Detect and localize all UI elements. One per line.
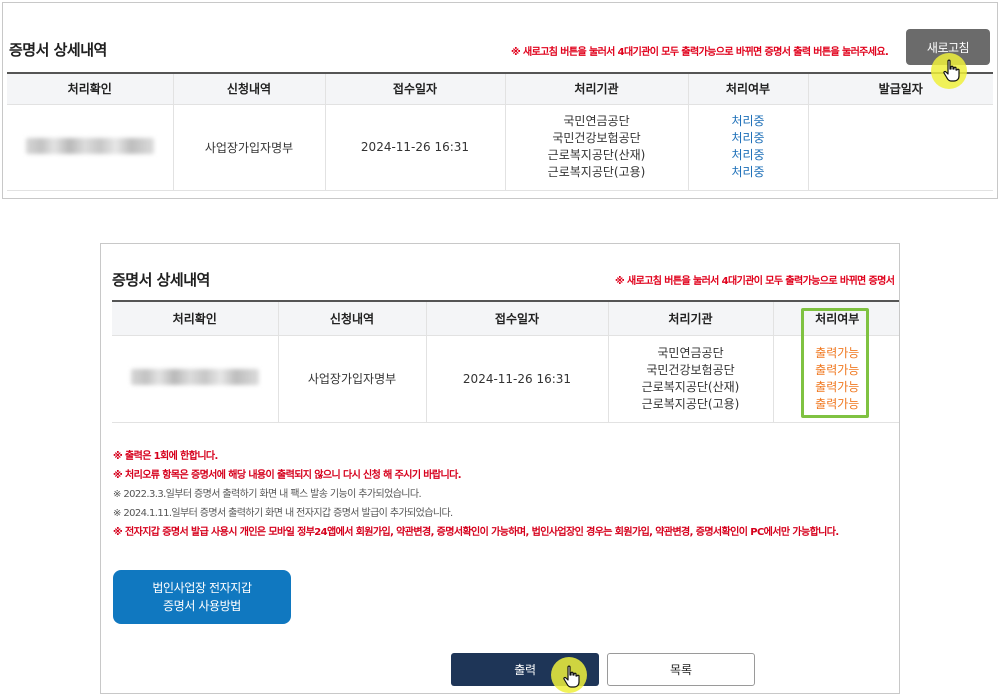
note-fax: ※ 2022.3.3.일부터 증명서 출력하기 화면 내 팩스 발송 기능이 추… <box>113 489 422 500</box>
agency-cell: 국민연금공단 국민건강보험공단 근로복지공단(산재) 근로복지공단(고용) <box>505 104 689 191</box>
col-header-status: 처리여부 <box>688 74 809 105</box>
agency-nps: 국민연금공단 <box>657 345 724 360</box>
received-date-cell: 2024-11-26 16:31 <box>426 335 609 423</box>
col-header-agency: 처리기관 <box>505 74 689 105</box>
note-print-once: ※ 출력은 1회에 한합니다. <box>113 451 218 462</box>
agency-comwel-industrial: 근로복지공단(산재) <box>641 379 740 394</box>
application-cell: 사업장가입자명부 <box>278 335 427 423</box>
blurred-id <box>130 369 259 385</box>
certificate-detail-panel-before: 증명서 상세내역 ※ 새로고침 버튼을 눌러서 4대기관이 모두 출력가능으로 … <box>2 2 998 199</box>
wallet-guide-button[interactable]: 법인사업장 전자지갑 증명서 사용방법 <box>113 570 291 624</box>
page-title: 증명서 상세내역 <box>112 271 210 289</box>
page-title: 증명서 상세내역 <box>9 41 107 59</box>
refresh-notice: ※ 새로고침 버튼을 눌러서 4대기관이 모두 출력가능으로 바뀌면 증명서 출… <box>511 47 889 58</box>
blurred-id <box>25 137 154 154</box>
col-header-check: 처리확인 <box>112 302 279 336</box>
certificate-table: 처리확인 신청내역 접수일자 처리기관 처리여부 발급일자 사업장가입자명부 2… <box>7 74 993 191</box>
agency-nps: 국민연금공단 <box>563 114 630 128</box>
application-cell: 사업장가입자명부 <box>173 104 326 191</box>
blurred-id-cell <box>7 104 174 191</box>
hand-cursor-icon <box>943 59 960 82</box>
refresh-notice: ※ 새로고침 버튼을 눌러서 4대기관이 모두 출력가능으로 바뀌면 증명서 <box>615 276 895 287</box>
status-nhis: 처리중 <box>731 131 765 145</box>
agency-nhis: 국민건강보험공단 <box>646 362 735 377</box>
table-row: 사업장가입자명부 2024-11-26 16:31 국민연금공단 국민건강보험공… <box>7 104 993 191</box>
col-header-received-date: 접수일자 <box>325 74 506 105</box>
note-wallet: ※ 2024.1.11.일부터 증명서 출력하기 화면 내 전자지갑 증명서 발… <box>113 508 453 519</box>
agency-comwel-employment: 근로복지공단(고용) <box>641 396 740 411</box>
status-cell: 처리중 처리중 처리중 처리중 <box>688 104 809 191</box>
agency-nhis: 국민건강보험공단 <box>552 131 641 145</box>
col-header-agency: 처리기관 <box>608 302 774 336</box>
agency-comwel-employment: 근로복지공단(고용) <box>547 165 646 179</box>
agency-cell: 국민연금공단 국민건강보험공단 근로복지공단(산재) 근로복지공단(고용) <box>608 335 774 423</box>
agency-comwel-industrial: 근로복지공단(산재) <box>547 148 646 162</box>
status-highlight-box <box>801 308 869 418</box>
note-wallet-usage: ※ 전자지갑 증명서 발급 사용시 개인은 모바일 정부24앱에서 회원가입, … <box>113 527 839 538</box>
certificate-table: 처리확인 신청내역 접수일자 처리기관 처리여부 사업장가입자명부 2024-1… <box>112 302 899 423</box>
wallet-guide-label-1: 법인사업장 전자지갑 <box>152 581 252 595</box>
received-date-cell: 2024-11-26 16:31 <box>325 104 506 191</box>
status-comwel-industrial: 처리중 <box>731 148 765 162</box>
table-row: 사업장가입자명부 2024-11-26 16:31 국민연금공단 국민건강보험공… <box>112 335 899 423</box>
wallet-guide-label-2: 증명서 사용방법 <box>163 599 241 613</box>
status-comwel-employment: 처리중 <box>731 165 765 179</box>
certificate-detail-panel-after: 증명서 상세내역 ※ 새로고침 버튼을 눌러서 4대기관이 모두 출력가능으로 … <box>100 243 900 694</box>
note-error-items: ※ 처리오류 항목은 증명서에 해당 내용이 출력되지 않으니 다시 신청 해 … <box>113 470 462 481</box>
col-header-application: 신청내역 <box>173 74 326 105</box>
notice-list: ※ 출력은 1회에 한합니다. ※ 처리오류 항목은 증명서에 해당 내용이 출… <box>113 447 893 542</box>
hand-cursor-icon <box>563 665 580 688</box>
status-nps: 처리중 <box>731 114 765 128</box>
list-button[interactable]: 목록 <box>607 653 755 686</box>
col-header-received-date: 접수일자 <box>426 302 609 336</box>
issue-date-cell <box>808 104 993 191</box>
blurred-id-cell <box>112 335 279 423</box>
col-header-application: 신청내역 <box>278 302 427 336</box>
col-header-check: 처리확인 <box>7 74 174 105</box>
